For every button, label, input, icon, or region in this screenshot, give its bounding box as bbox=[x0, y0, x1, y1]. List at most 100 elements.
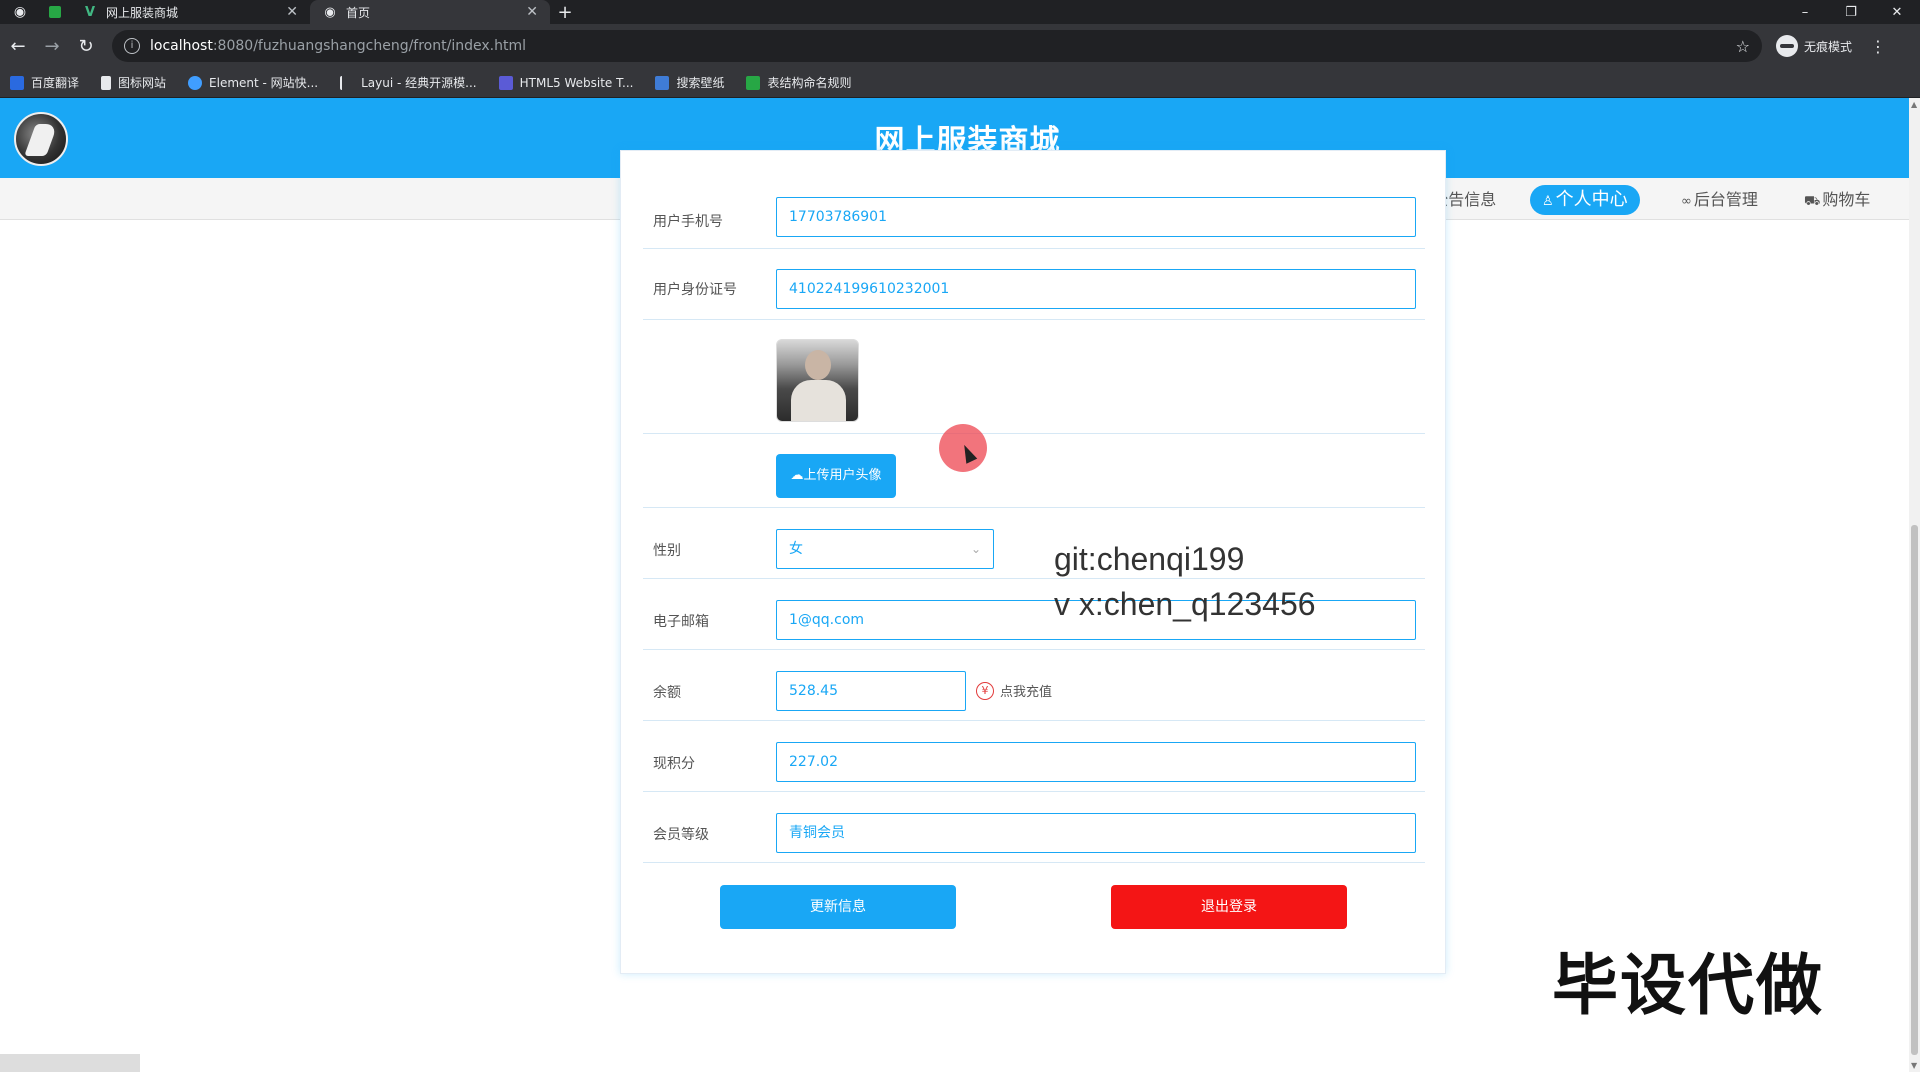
chevron-down-icon: ⌄ bbox=[970, 542, 981, 556]
bookmark-label: HTML5 Website T... bbox=[519, 75, 634, 90]
gender-select[interactable]: 女 ⌄ bbox=[776, 529, 994, 569]
watermark-large: 毕设代做 bbox=[1552, 947, 1824, 1024]
nav-item-profile[interactable]: ♙ 个人中心 bbox=[1530, 185, 1640, 215]
scroll-down-icon[interactable]: ▼ bbox=[1911, 1061, 1917, 1070]
points-label: 现积分 bbox=[653, 756, 695, 772]
incognito-label: 无痕模式 bbox=[1804, 39, 1853, 54]
url-path: :8080/fuzhuangshangcheng/front/index.htm… bbox=[212, 38, 526, 54]
translate-icon bbox=[10, 75, 24, 90]
bookmark-item[interactable]: 图标网站 bbox=[101, 74, 166, 91]
balance-input[interactable]: 528.45 bbox=[776, 671, 966, 711]
html5-icon bbox=[498, 75, 513, 90]
pinned-tab[interactable] bbox=[40, 0, 70, 24]
incognito-indicator[interactable]: 无痕模式 bbox=[1776, 35, 1852, 57]
gender-label: 性别 bbox=[653, 543, 681, 559]
bookmark-item[interactable]: HTML5 Website T... bbox=[498, 75, 634, 90]
globe-icon: ◉ bbox=[324, 4, 336, 20]
new-tab-button[interactable]: + bbox=[550, 0, 580, 24]
vue-icon: V bbox=[84, 4, 96, 20]
back-icon[interactable]: ← bbox=[2, 30, 34, 62]
id-card-input[interactable]: 410224199610232001 bbox=[776, 269, 1416, 309]
more-menu-icon[interactable]: ⋮ bbox=[1870, 37, 1886, 56]
update-info-button[interactable]: 更新信息 bbox=[720, 885, 956, 929]
user-avatar bbox=[776, 339, 859, 422]
browser-tab-app[interactable]: V 网上服装商城 ✕ bbox=[70, 0, 310, 24]
incognito-icon bbox=[1776, 35, 1798, 57]
flag-icon bbox=[101, 75, 112, 90]
close-window-icon[interactable]: ✕ bbox=[1874, 5, 1920, 20]
watermark-git: git:chenqi199 bbox=[1054, 541, 1245, 577]
browser-tab-title: 首页 bbox=[346, 5, 371, 20]
id-card-label: 用户身份证号 bbox=[653, 282, 737, 298]
element-icon bbox=[188, 75, 203, 90]
nav-label: 个人中心 bbox=[1555, 189, 1628, 210]
layui-icon bbox=[340, 75, 355, 90]
upload-label: 上传用户头像 bbox=[803, 468, 882, 483]
scrollbar-thumb[interactable] bbox=[1911, 525, 1918, 1055]
logout-button[interactable]: 退出登录 bbox=[1111, 885, 1347, 929]
divider bbox=[643, 649, 1425, 650]
browser-tab-title: 网上服装商城 bbox=[106, 5, 179, 20]
nav-label: 购物车 bbox=[1822, 190, 1871, 209]
close-icon[interactable]: ✕ bbox=[526, 4, 538, 20]
info-icon[interactable]: i bbox=[124, 38, 140, 54]
user-icon: ♙ bbox=[1542, 194, 1554, 209]
browser-tab-strip: ◉ V 网上服装商城 ✕ ◉ 首页 ✕ + – ❐ ✕ bbox=[0, 0, 1920, 24]
page-scrollbar[interactable]: ▲ ▼ bbox=[1909, 98, 1920, 1072]
browser-toolbar: ← → ↻ i localhost:8080/fuzhuangshangchen… bbox=[0, 24, 1920, 68]
close-icon[interactable]: ✕ bbox=[286, 4, 298, 20]
member-level-label: 会员等级 bbox=[653, 827, 709, 843]
bookmark-label: 表结构命名规则 bbox=[767, 76, 852, 90]
minimize-icon[interactable]: – bbox=[1782, 5, 1828, 20]
cart-icon: ⛟ bbox=[1804, 194, 1821, 209]
restore-icon[interactable]: ❐ bbox=[1828, 5, 1874, 20]
bookmark-item[interactable]: Element - 网站快... bbox=[188, 74, 318, 91]
nav-label: 后台管理 bbox=[1693, 190, 1758, 209]
upload-avatar-button[interactable]: ☁上传用户头像 bbox=[776, 454, 896, 498]
url-host: localhost bbox=[150, 38, 213, 54]
divider bbox=[643, 507, 1425, 508]
divider bbox=[643, 720, 1425, 721]
bookmark-label: 百度翻译 bbox=[31, 76, 80, 90]
sheet-icon bbox=[49, 6, 61, 18]
divider bbox=[643, 791, 1425, 792]
divider bbox=[643, 248, 1425, 249]
scroll-up-icon[interactable]: ▲ bbox=[1911, 100, 1917, 109]
divider bbox=[643, 319, 1425, 320]
balance-label: 余额 bbox=[653, 685, 681, 701]
bookmarks-bar: 百度翻译 图标网站 Element - 网站快... Layui - 经典开源模… bbox=[0, 68, 1920, 98]
bookmark-item[interactable]: Layui - 经典开源模... bbox=[340, 74, 477, 91]
bookmark-item[interactable]: 表结构命名规则 bbox=[746, 74, 851, 91]
watermark-vx: v x:chen_q123456 bbox=[1054, 586, 1316, 622]
email-label: 电子邮箱 bbox=[653, 614, 709, 630]
bookmark-label: 搜索壁纸 bbox=[676, 76, 725, 90]
address-bar[interactable]: i localhost:8080/fuzhuangshangcheng/fron… bbox=[112, 30, 1762, 62]
bookmark-star-icon[interactable]: ☆ bbox=[1736, 37, 1750, 56]
nav-item-admin[interactable]: ∞ 后台管理 bbox=[1671, 185, 1768, 215]
gender-value: 女 bbox=[789, 541, 803, 557]
bookmark-label: Element - 网站快... bbox=[209, 76, 319, 90]
points-input[interactable]: 227.02 bbox=[776, 742, 1416, 782]
cloud-upload-icon: ☁ bbox=[790, 468, 804, 483]
reload-icon[interactable]: ↻ bbox=[70, 30, 102, 62]
link-icon: ∞ bbox=[1681, 194, 1692, 209]
bookmark-label: Layui - 经典开源模... bbox=[361, 76, 477, 90]
divider bbox=[643, 862, 1425, 863]
recharge-link[interactable]: ¥ 点我充值 bbox=[976, 681, 1052, 700]
recharge-label: 点我充值 bbox=[1000, 685, 1053, 700]
nav-item-cart[interactable]: ⛟ 购物车 bbox=[1794, 185, 1880, 215]
bookmark-item[interactable]: 搜索壁纸 bbox=[655, 74, 724, 91]
globe-icon[interactable]: ◉ bbox=[0, 0, 40, 24]
status-bar bbox=[0, 1054, 140, 1072]
phone-input[interactable]: 17703786901 bbox=[776, 197, 1416, 237]
member-level-input[interactable]: 青铜会员 bbox=[776, 813, 1416, 853]
divider bbox=[643, 433, 1425, 434]
wallpaper-icon bbox=[655, 75, 670, 90]
phone-label: 用户手机号 bbox=[653, 214, 723, 230]
forward-icon[interactable]: → bbox=[36, 30, 68, 62]
bookmark-item[interactable]: 百度翻译 bbox=[10, 74, 79, 91]
browser-tab-home[interactable]: ◉ 首页 ✕ bbox=[310, 0, 550, 24]
sheet-icon bbox=[746, 75, 761, 90]
divider bbox=[643, 578, 1425, 579]
profile-form-card: 用户手机号 17703786901 用户身份证号 410224199610232… bbox=[620, 150, 1446, 974]
